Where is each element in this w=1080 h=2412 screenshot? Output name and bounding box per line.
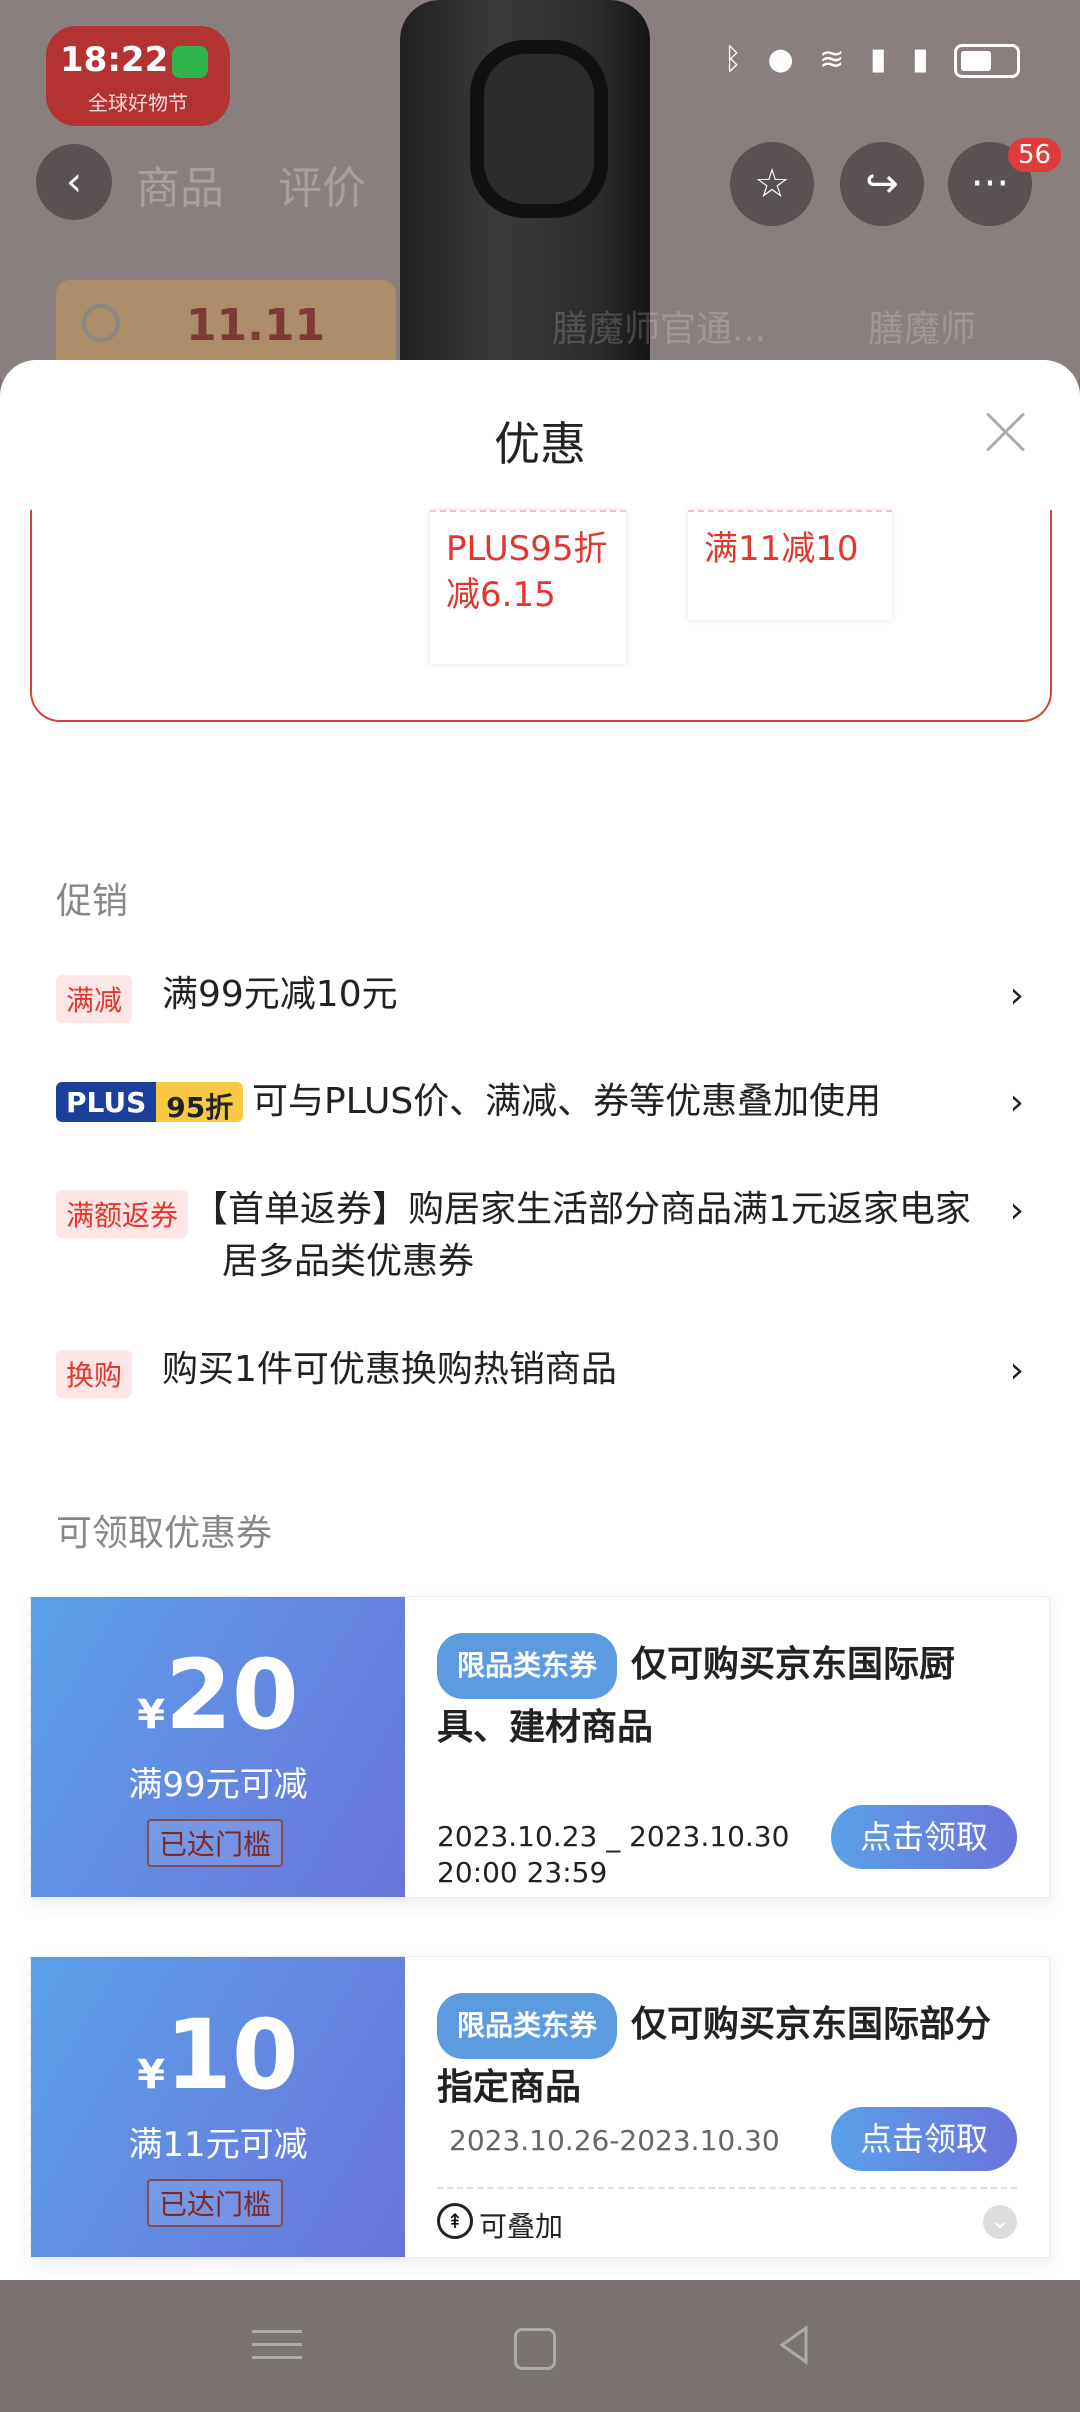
share-icon: ↪ <box>865 161 899 207</box>
notification-badge: 56 <box>1008 138 1062 172</box>
promotion-text: 【首单返券】购居家生活部分商品满1元返家电家居多品类优惠券 <box>192 1189 971 1282</box>
back-triangle-icon[interactable] <box>770 2320 820 2370</box>
search-icon <box>82 304 120 342</box>
promotion-row[interactable]: 满减 满99元减10元 › <box>56 974 1024 1035</box>
stack-icon: ⇞ <box>437 2203 473 2239</box>
bluetooth-icon: ᛒ <box>723 42 750 77</box>
mini-coupon-plus[interactable]: PLUS95折减6.15 <box>430 510 626 664</box>
wifi-icon: ≋ <box>819 42 853 77</box>
claim-coupon-button[interactable]: 点击领取 <box>831 2107 1017 2171</box>
promotion-row[interactable]: PLUS 95折 可与PLUS价、满减、券等优惠叠加使用 › <box>56 1081 1024 1142</box>
plus-tag-label: PLUS <box>56 1082 157 1122</box>
plus-tag: PLUS 95折 <box>56 1082 244 1122</box>
back-button[interactable]: ‹ <box>36 144 112 220</box>
promotion-text: 满99元减10元 <box>162 974 398 1015</box>
tab-goods[interactable]: 商品 <box>136 152 224 216</box>
signal-5g-icon: ▮ <box>869 42 895 77</box>
signal-5g-icon: ▮ <box>911 42 937 77</box>
location-icon: ● <box>767 42 802 77</box>
currency-symbol: ¥ <box>137 2052 166 2098</box>
coupon-date-range: 2023.10.26-2023.10.30 <box>449 2124 780 2157</box>
stackable-label: 可叠加 <box>479 2210 564 2243</box>
chevron-left-icon: ‹ <box>66 159 82 205</box>
plus-tag-discount: 95折 <box>156 1082 244 1122</box>
share-button[interactable]: ↪ <box>840 142 924 226</box>
coupon-value-panel: ¥10 满11元可减 已达门槛 <box>25 1957 405 2257</box>
chevron-right-icon: › <box>1009 1082 1024 1123</box>
coupon-section-title: 可领取优惠券 <box>56 1513 273 1554</box>
coupon-description: 限品类东券 仅可购买京东国际厨具、建材商品 <box>437 1633 1017 1757</box>
menu-icon[interactable] <box>252 2320 302 2370</box>
search-promo-text: 11.11 <box>186 300 326 351</box>
promotion-tag: 换购 <box>56 1350 133 1398</box>
chevron-right-icon: › <box>1009 1190 1024 1231</box>
coupon-card: ¥10 满11元可减 已达门槛 限品类东券 仅可购买京东国际部分指定商品 2023… <box>25 1956 1050 2258</box>
coupon-date-line: 2023.10.23 _ 2023.10.30 <box>437 1820 790 1853</box>
claim-coupon-button[interactable]: 点击领取 <box>831 1805 1017 1869</box>
tab-reviews[interactable]: 评价 <box>278 152 366 216</box>
coupon-amount: ¥10 <box>31 1999 405 2111</box>
promotion-text: 可与PLUS价、满减、券等优惠叠加使用 <box>252 1081 882 1122</box>
category-tag: 限品类东券 <box>437 1633 618 1699</box>
mini-coupon-full-reduction[interactable]: 满11减10 <box>688 510 892 620</box>
home-icon[interactable] <box>514 2328 556 2370</box>
status-icons: ᛒ ● ≋ ▮ ▮ <box>724 42 1020 78</box>
promotion-row[interactable]: 满额返券 【首单返券】购居家生活部分商品满1元返家电家居多品类优惠券 › <box>56 1189 1024 1300</box>
coupon-details: 限品类东券 仅可购买京东国际厨具、建材商品 2023.10.23 _ 2023.1… <box>437 1597 1017 1897</box>
promotion-text: 购买1件可优惠换购热销商品 <box>162 1349 617 1390</box>
sheet-title: 优惠 <box>494 417 586 471</box>
threshold-met-badge: 已达门槛 <box>147 1819 284 1867</box>
promotions-section-title: 促销 <box>56 881 129 922</box>
message-app-icon <box>172 46 208 78</box>
more-icon: ··· <box>970 161 1010 207</box>
chevron-down-icon[interactable]: ⌄ <box>983 2205 1017 2239</box>
coupon-details: 限品类东券 仅可购买京东国际部分指定商品 2023.10.26-2023.10.3… <box>437 1957 1017 2257</box>
chevron-right-icon: › <box>1009 1350 1024 1391</box>
coupon-date-range: 2023.10.23 _ 2023.10.30 20:00 23:59 <box>437 1819 789 1891</box>
coupon-value: 20 <box>165 1639 299 1751</box>
coupon-condition: 满99元可减 <box>128 1765 308 1805</box>
promotion-tag: 满减 <box>56 975 133 1023</box>
coupon-condition: 满11元可减 <box>128 2125 308 2165</box>
star-icon: ☆ <box>754 161 790 207</box>
status-time: 18:22 <box>60 40 169 80</box>
promotion-tag: 满额返券 <box>56 1190 189 1238</box>
system-navigation-bar <box>0 2280 1080 2412</box>
offers-bottom-sheet: 优惠 PLUS95折减6.15 满11减10 促销 满减 满99元减10元 › … <box>0 360 1080 2280</box>
coupon-card: ¥20 满99元可减 已达门槛 限品类东券 仅可购买京东国际厨具、建材商品 202… <box>25 1596 1050 1898</box>
coupon-value-panel: ¥20 满99元可减 已达门槛 <box>25 1597 405 1897</box>
background-chip: 膳魔师官通... <box>552 309 767 350</box>
chevron-right-icon: › <box>1009 975 1024 1016</box>
close-icon[interactable] <box>984 410 1028 454</box>
currency-symbol: ¥ <box>137 1692 166 1738</box>
background-chip: 膳魔师 <box>868 309 977 350</box>
coupon-value: 10 <box>165 1999 299 2111</box>
coupon-amount: ¥20 <box>31 1639 405 1751</box>
threshold-met-badge: 已达门槛 <box>147 2179 284 2227</box>
favorite-button[interactable]: ☆ <box>730 142 814 226</box>
battery-icon <box>954 43 1020 78</box>
category-tag: 限品类东券 <box>437 1993 618 2059</box>
stackable-row[interactable]: ⇞ 可叠加 ⌄ <box>437 2187 1017 2249</box>
best-price-coupon-box: PLUS95折减6.15 满11减10 <box>30 510 1052 722</box>
status-bar: 18:22 ᛒ ● ≋ ▮ ▮ <box>0 0 1080 120</box>
coupon-description: 限品类东券 仅可购买京东国际部分指定商品 <box>437 1993 1017 2117</box>
coupon-date-line: 20:00 23:59 <box>437 1856 608 1889</box>
promotion-row[interactable]: 换购 购买1件可优惠换购热销商品 › <box>56 1349 1024 1410</box>
